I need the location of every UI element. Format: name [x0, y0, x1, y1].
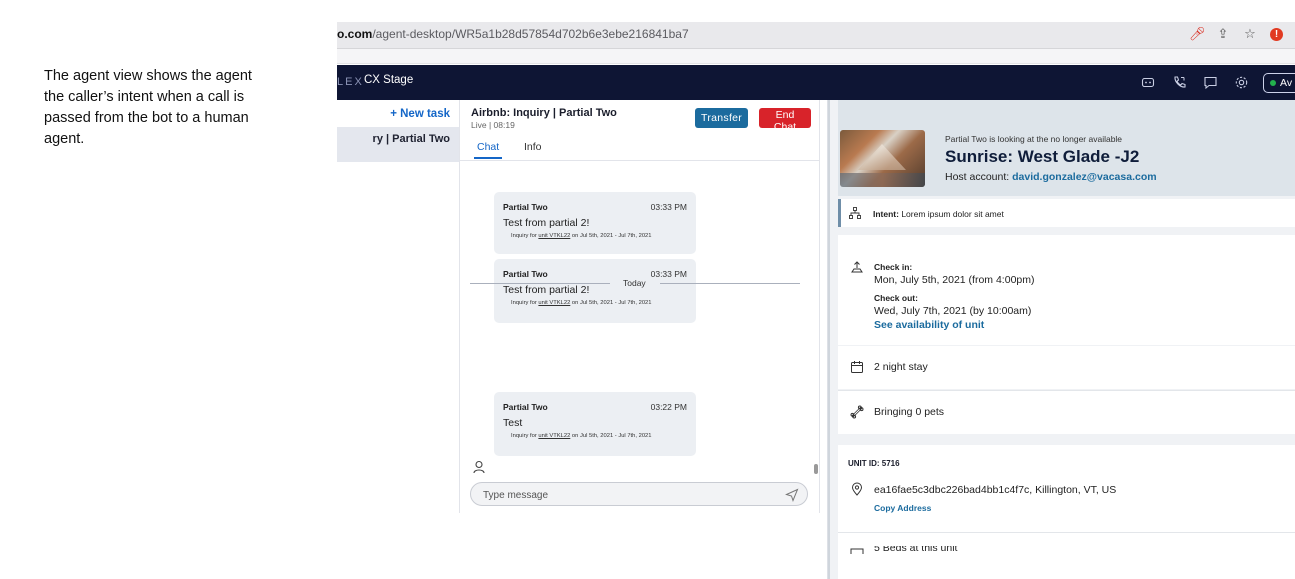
- beds-row: 5 Beds at this unit: [850, 546, 1050, 554]
- chat-message: Partial Two 03:33 PM Test from partial 2…: [494, 259, 696, 323]
- stay-dates-card: Check in: Mon, July 5th, 2021 (from 4:00…: [838, 235, 1295, 345]
- send-icon[interactable]: [785, 488, 799, 502]
- check-in-value: Mon, July 5th, 2021 (from 4:00pm): [874, 274, 1035, 286]
- brand-logo: LEX: [337, 76, 364, 88]
- tab-chat[interactable]: Chat: [473, 141, 503, 159]
- unit-link[interactable]: unit VTKL22: [538, 300, 570, 306]
- environment-label: CX Stage: [364, 74, 414, 86]
- app-header: LEX CX Stage Av: [337, 65, 1295, 100]
- nights-row: 2 night stay: [838, 346, 1295, 389]
- message-text: Test from partial 2!: [503, 217, 590, 229]
- phone-icon[interactable]: [1170, 74, 1188, 92]
- check-in-label: Check in:: [874, 262, 913, 272]
- pets-row: Bringing 0 pets: [838, 391, 1295, 434]
- url-path: /agent-desktop/WR5a1b28d57854d702b6e3ebe…: [372, 27, 689, 41]
- address-bar[interactable]: o.com/agent-desktop/WR5a1b28d57854d702b6…: [337, 22, 1295, 49]
- bed-icon: [850, 548, 864, 554]
- hierarchy-icon: [849, 207, 861, 219]
- check-in-icon: [851, 261, 863, 273]
- calendar-icon: [851, 361, 863, 373]
- host-account: Host account: david.gonzalez@vacasa.com: [945, 171, 1157, 183]
- message-time: 03:33 PM: [650, 269, 687, 279]
- chat-icon[interactable]: [1201, 74, 1219, 92]
- chat-panel: Airbnb: Inquiry | Partial Two Live | 08:…: [460, 100, 820, 513]
- url-host: o.com: [337, 27, 373, 41]
- status-label: Av: [1280, 76, 1293, 89]
- url-text[interactable]: o.com/agent-desktop/WR5a1b28d57854d702b6…: [337, 27, 689, 41]
- unit-link[interactable]: unit VTKL22: [538, 433, 570, 439]
- intent-row: Intent: Lorem ipsum dolor sit amet: [838, 199, 1295, 227]
- message-meta: Inquiry for unit VTKL22 on Jul 5th, 2021…: [511, 300, 652, 306]
- message-input[interactable]: [481, 487, 775, 503]
- gear-icon[interactable]: [1232, 74, 1250, 92]
- message-text: Test: [503, 417, 523, 429]
- extension-alert-icon[interactable]: !: [1270, 27, 1283, 41]
- user-avatar-icon: [473, 460, 485, 474]
- chat-message: Partial Two 03:33 PM Test from partial 2…: [494, 192, 696, 254]
- task-list-panel: + New task ry | Partial Two: [337, 100, 460, 513]
- unit-address: ea16fae5c3dbc226bad4bb1c4f7c, Killington…: [874, 484, 1117, 496]
- nights-text: 2 night stay: [874, 361, 928, 373]
- host-email-link[interactable]: david.gonzalez@vacasa.com: [1012, 171, 1156, 183]
- pets-text: Bringing 0 pets: [874, 406, 945, 418]
- date-divider: Today: [470, 278, 800, 289]
- tab-info[interactable]: Info: [524, 141, 542, 153]
- message-bot-icon[interactable]: [1139, 74, 1157, 92]
- unit-link[interactable]: unit VTKL22: [538, 233, 570, 239]
- availability-toggle[interactable]: Av: [1263, 72, 1295, 93]
- bookmarks-bar: [337, 49, 1295, 64]
- intent-text: Intent: Lorem ipsum dolor sit amet: [873, 209, 1004, 219]
- check-out-value: Wed, July 7th, 2021 (by 10:00am): [874, 305, 1032, 317]
- message-sender: Partial Two: [503, 402, 548, 412]
- bone-icon: [850, 405, 864, 419]
- message-composer[interactable]: [470, 482, 808, 506]
- transfer-button[interactable]: Transfer: [695, 108, 748, 128]
- chat-message: Partial Two 03:22 PM Test Inquiry for un…: [494, 392, 696, 456]
- unit-card: UNIT ID: 5716 ea16fae5c3dbc226bad4bb1c4f…: [838, 445, 1295, 579]
- unit-id: UNIT ID: 5716: [848, 459, 900, 468]
- chat-header: Airbnb: Inquiry | Partial Two Live | 08:…: [460, 100, 819, 161]
- microphone-icon[interactable]: 🎤︎: [1189, 26, 1206, 42]
- check-out-label: Check out:: [874, 293, 918, 303]
- task-list-item[interactable]: ry | Partial Two: [337, 127, 459, 162]
- message-sender: Partial Two: [503, 269, 548, 279]
- beds-text: 5 Beds at this unit: [874, 546, 958, 554]
- date-divider-label: Today: [623, 278, 646, 288]
- chat-title: Airbnb: Inquiry | Partial Two: [471, 107, 617, 119]
- share-icon[interactable]: ⇪: [1216, 26, 1230, 42]
- end-chat-button[interactable]: End Chat: [759, 108, 811, 133]
- new-task-button[interactable]: + New task: [390, 108, 450, 120]
- message-meta: Inquiry for unit VTKL22 on Jul 5th, 2021…: [511, 233, 652, 239]
- property-card: Partial Two is looking at the no longer …: [838, 100, 1295, 196]
- message-time: 03:33 PM: [650, 202, 687, 212]
- star-icon[interactable]: ☆: [1243, 26, 1257, 42]
- message-meta: Inquiry for unit VTKL22 on Jul 5th, 2021…: [511, 433, 652, 439]
- property-availability-note: Partial Two is looking at the no longer …: [945, 134, 1123, 144]
- chat-status: Live | 08:19: [471, 120, 515, 130]
- availability-link[interactable]: See availability of unit: [874, 319, 984, 331]
- browser-window: o.com/agent-desktop/WR5a1b28d57854d702b6…: [337, 22, 1295, 579]
- message-time: 03:22 PM: [650, 402, 687, 412]
- detail-panel: Partial Two is looking at the no longer …: [827, 100, 1295, 579]
- location-pin-icon: [851, 482, 863, 496]
- chat-scrollbar[interactable]: [814, 464, 818, 474]
- caption-text: The agent view shows the agent the calle…: [44, 68, 252, 147]
- property-photo: [840, 130, 925, 187]
- copy-address-button[interactable]: Copy Address: [874, 503, 931, 513]
- property-name: Sunrise: West Glade -J2: [945, 147, 1140, 166]
- message-sender: Partial Two: [503, 202, 548, 212]
- status-dot: [1270, 79, 1276, 86]
- task-item-label: ry | Partial Two: [372, 133, 450, 145]
